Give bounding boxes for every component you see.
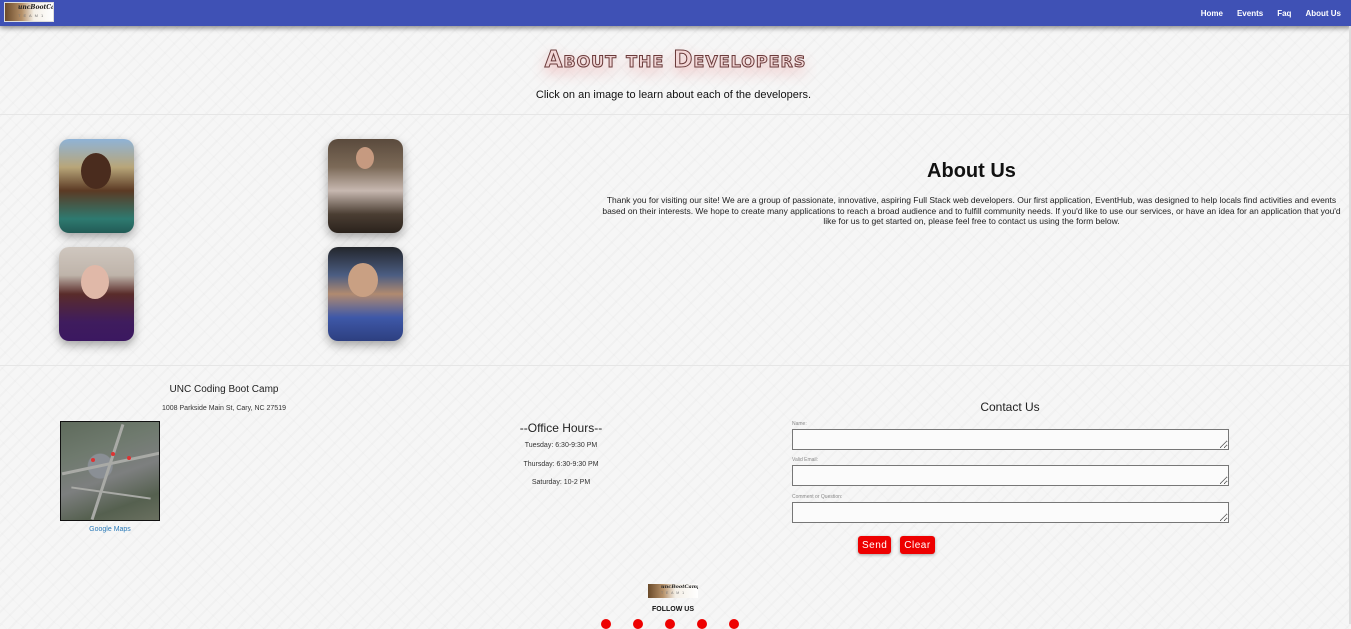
contact-us-title: Contact Us — [980, 400, 1040, 414]
email-field[interactable] — [792, 465, 1229, 486]
developer-photo-4[interactable] — [328, 247, 403, 341]
follow-us-label: FOLLOW US — [652, 606, 694, 613]
camp-address: 1008 Parkside Main St, Cary, NC 27519 — [162, 405, 286, 412]
nav-home-link[interactable]: Home — [1201, 9, 1223, 18]
clear-button[interactable]: Clear — [900, 536, 935, 554]
brand-logo[interactable]: uncBootCamp T E A M 1 — [4, 2, 54, 22]
footer-logo-subtext: T E A M 1 — [661, 591, 686, 595]
developer-face — [81, 153, 111, 189]
developer-photo-1[interactable] — [59, 139, 134, 233]
page-title: About the Developers — [544, 47, 807, 74]
developer-face — [348, 263, 378, 297]
office-hours-line: Saturday: 10-2 PM — [531, 479, 591, 486]
name-label: Name: — [792, 421, 807, 427]
map-pin-icon — [91, 458, 95, 462]
developer-photo-2[interactable] — [328, 139, 403, 233]
about-us-heading: About Us — [927, 160, 1016, 182]
map-road — [71, 486, 151, 500]
send-button[interactable]: Send — [858, 536, 891, 554]
camp-name: UNC Coding Boot Camp — [169, 384, 279, 395]
facebook-icon[interactable] — [601, 619, 611, 629]
nav-about-link[interactable]: About Us — [1305, 9, 1341, 18]
developer-photo-3[interactable] — [59, 247, 134, 341]
nav-events-link[interactable]: Events — [1237, 9, 1263, 18]
top-navbar: uncBootCamp T E A M 1 Home Events Faq Ab… — [0, 0, 1351, 26]
map-image[interactable] — [60, 421, 160, 521]
linkedin-icon[interactable] — [697, 619, 707, 629]
nav-links: Home Events Faq About Us — [1201, 0, 1341, 26]
footer-logo: uncBootCamp T E A M 1 — [648, 584, 698, 598]
developer-face — [356, 147, 374, 169]
google-maps-link[interactable]: Google Maps — [60, 526, 160, 533]
divider — [0, 365, 1351, 366]
youtube-icon[interactable] — [729, 619, 739, 629]
nav-faq-link[interactable]: Faq — [1277, 9, 1291, 18]
page-subtitle: Click on an image to learn about each of… — [535, 89, 812, 101]
comment-field[interactable] — [792, 502, 1229, 523]
comment-label: Comment or Question: — [792, 494, 843, 500]
divider — [0, 114, 1351, 115]
social-icons — [598, 619, 748, 629]
map-road — [90, 423, 125, 520]
about-us-text: Thank you for visiting our site! We are … — [602, 195, 1341, 226]
brand-logo-text: uncBootCamp — [18, 4, 53, 11]
brand-logo-subtext: T E A M 1 — [18, 13, 45, 18]
office-hours-line: Thursday: 6:30-9:30 PM — [523, 461, 599, 468]
office-hours-line: Tuesday: 6:30-9:30 PM — [524, 442, 598, 449]
developer-face — [81, 265, 109, 299]
instagram-icon[interactable] — [665, 619, 675, 629]
office-hours-title: --Office Hours-- — [519, 421, 603, 435]
footer-logo-text: uncBootCamp — [661, 584, 698, 590]
name-field[interactable] — [792, 429, 1229, 450]
map-pin-icon — [111, 452, 115, 456]
map-pin-icon — [127, 456, 131, 460]
twitter-icon[interactable] — [633, 619, 643, 629]
email-label: Valid Email: — [792, 457, 819, 463]
